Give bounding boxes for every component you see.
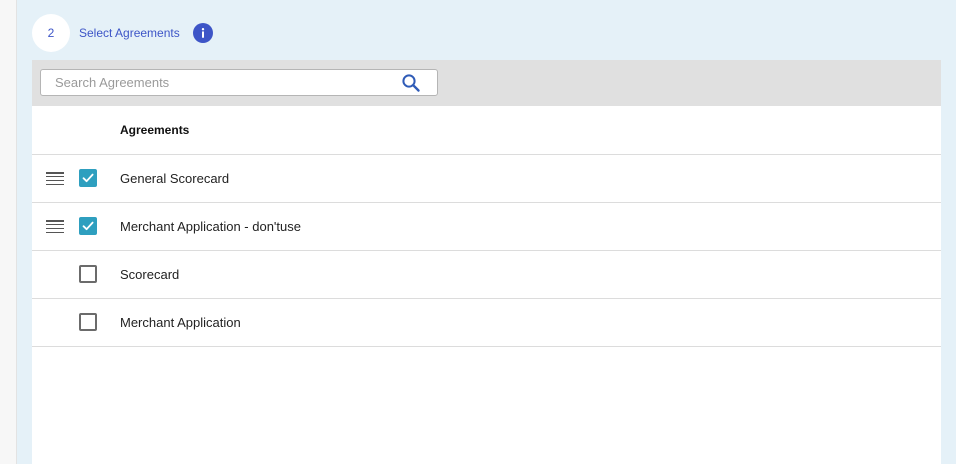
row-checkbox[interactable] [79, 217, 97, 235]
search-box [40, 69, 438, 96]
table-header: Agreements [32, 106, 941, 155]
select-agreements-panel: 2 Select Agreements Agreements [17, 0, 956, 464]
agreements-list: General Scorecard Merchant Application - … [32, 155, 941, 347]
search-input[interactable] [53, 69, 401, 96]
step-title: Select Agreements [79, 26, 180, 40]
left-sidebar-strip [0, 0, 17, 464]
table-row[interactable]: Scorecard [32, 251, 941, 299]
agreements-card: Agreements General Scorecard Merchant App… [32, 60, 941, 464]
agreement-label: Scorecard [120, 267, 180, 282]
checkmark-icon [82, 221, 94, 231]
step-number-badge: 2 [32, 14, 70, 52]
table-row[interactable]: Merchant Application - don'tuse [32, 203, 941, 251]
step-header: 2 Select Agreements [32, 14, 213, 52]
row-checkbox[interactable] [79, 265, 97, 283]
agreement-label: General Scorecard [120, 171, 230, 186]
row-checkbox[interactable] [79, 313, 97, 331]
agreement-label: Merchant Application [120, 315, 241, 330]
search-bar [32, 60, 941, 106]
table-row[interactable]: General Scorecard [32, 155, 941, 203]
row-checkbox[interactable] [79, 169, 97, 187]
table-row[interactable]: Merchant Application [32, 299, 941, 347]
drag-handle-icon[interactable] [46, 220, 64, 234]
drag-handle-icon[interactable] [46, 172, 64, 186]
search-icon[interactable] [401, 73, 421, 93]
info-icon[interactable] [192, 23, 213, 43]
agreement-label: Merchant Application - don'tuse [120, 219, 301, 234]
column-header-agreements: Agreements [120, 123, 190, 137]
checkmark-icon [82, 173, 94, 183]
